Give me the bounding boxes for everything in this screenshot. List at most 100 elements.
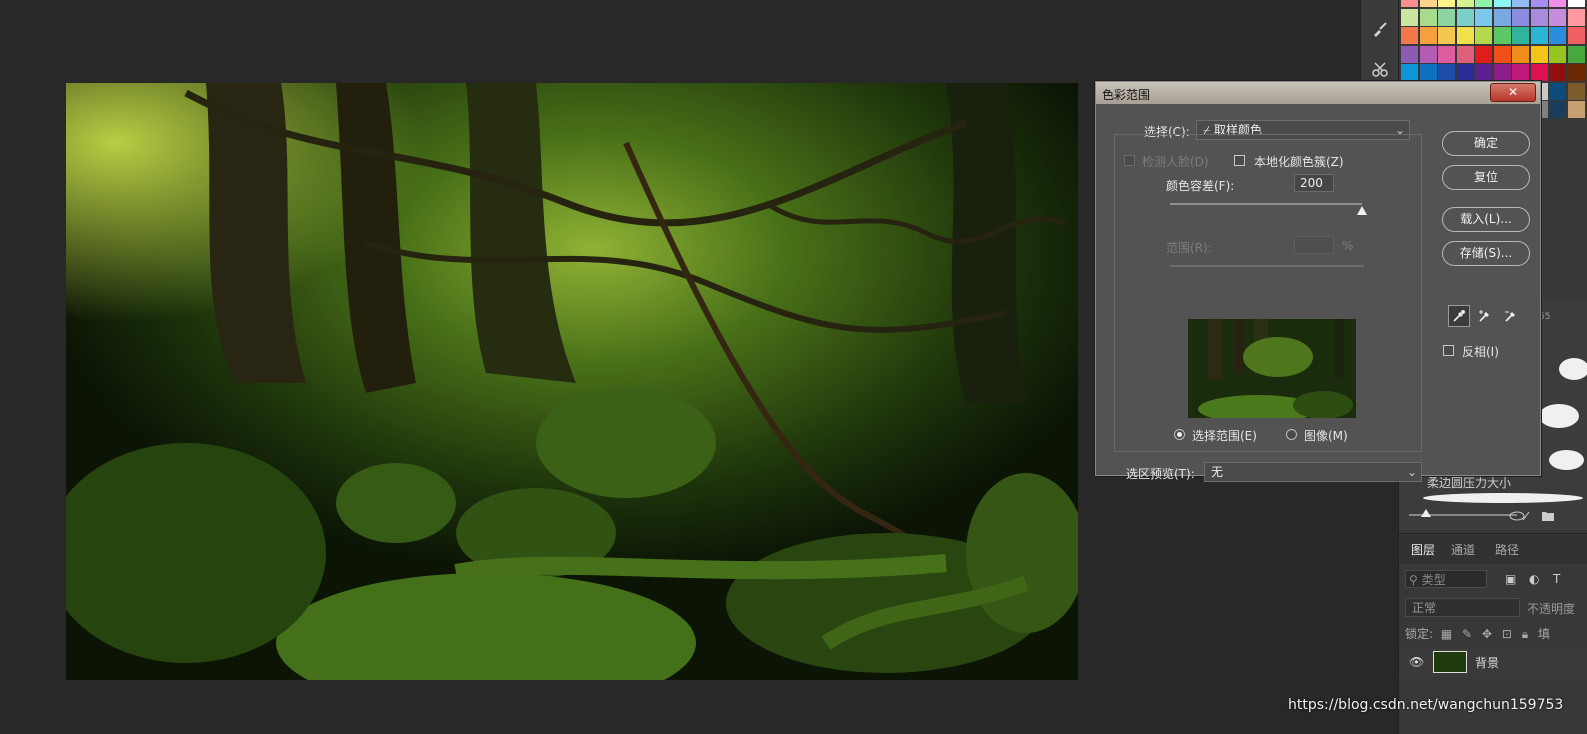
color-swatch[interactable] xyxy=(1493,45,1511,63)
color-swatch[interactable] xyxy=(1475,64,1492,81)
color-swatch[interactable] xyxy=(1475,0,1492,7)
color-swatch[interactable] xyxy=(1419,27,1437,44)
color-swatch[interactable] xyxy=(1456,8,1474,26)
invert-label: 反相(I) xyxy=(1462,345,1499,359)
brush-tool-icon[interactable] xyxy=(1367,16,1393,42)
toggle-visibility-icon[interactable] xyxy=(1509,510,1531,522)
selection-radio[interactable] xyxy=(1174,429,1185,440)
color-swatch[interactable] xyxy=(1401,64,1418,81)
selection-preview-dropdown[interactable]: 无 ⌄ xyxy=(1204,462,1422,482)
load-button[interactable]: 载入(L)... xyxy=(1442,207,1530,232)
lock-paint-icon[interactable]: ✎ xyxy=(1462,627,1472,641)
color-swatch[interactable] xyxy=(1549,101,1566,118)
color-swatch[interactable] xyxy=(1438,45,1455,63)
color-swatch[interactable] xyxy=(1530,8,1548,26)
reset-button[interactable]: 复位 xyxy=(1442,165,1530,190)
tab-paths[interactable]: 路径 xyxy=(1495,541,1519,558)
dialog-body: 选择(C): ⌿ 取样颜色 ⌄ 检测人脸(D) 本地化颜色簇(Z) 颜色容差(F… xyxy=(1102,104,1534,482)
lock-all-icon[interactable]: 🔒︎ xyxy=(1522,627,1528,641)
dialog-titlebar[interactable]: 色彩范围 ✕ xyxy=(1096,82,1540,104)
brush-stroke-preview xyxy=(1559,358,1587,380)
folder-icon[interactable] xyxy=(1541,510,1555,522)
color-swatch[interactable] xyxy=(1512,45,1529,63)
color-swatch[interactable] xyxy=(1530,27,1548,44)
color-swatch[interactable] xyxy=(1567,0,1585,7)
color-swatch[interactable] xyxy=(1512,64,1529,81)
color-swatch[interactable] xyxy=(1530,0,1548,7)
lock-transparent-icon[interactable]: ▦ xyxy=(1441,627,1452,641)
color-swatch[interactable] xyxy=(1530,64,1548,81)
color-swatch[interactable] xyxy=(1438,0,1455,7)
color-swatch[interactable] xyxy=(1493,0,1511,7)
color-swatch[interactable] xyxy=(1567,27,1585,44)
detect-faces-checkbox[interactable] xyxy=(1124,155,1135,166)
color-swatch[interactable] xyxy=(1549,0,1566,7)
color-swatch[interactable] xyxy=(1567,45,1585,63)
image-radio[interactable] xyxy=(1286,429,1297,440)
color-swatch[interactable] xyxy=(1549,82,1566,100)
color-swatch[interactable] xyxy=(1419,45,1437,63)
fuzziness-slider[interactable] xyxy=(1170,203,1362,205)
lock-artboard-icon[interactable]: ⊡ xyxy=(1502,627,1512,641)
color-swatch[interactable] xyxy=(1493,27,1511,44)
color-swatch[interactable] xyxy=(1512,8,1529,26)
color-swatch[interactable] xyxy=(1549,45,1566,63)
color-swatch[interactable] xyxy=(1549,64,1566,81)
close-button[interactable]: ✕ xyxy=(1490,83,1536,102)
image-filter-icon[interactable]: ▣ xyxy=(1505,572,1516,586)
color-swatch[interactable] xyxy=(1419,0,1437,7)
color-swatch[interactable] xyxy=(1493,8,1511,26)
type-filter-icon[interactable]: T xyxy=(1553,572,1560,586)
color-swatch[interactable] xyxy=(1419,8,1437,26)
color-swatch[interactable] xyxy=(1438,27,1455,44)
selection-preview-thumbnail[interactable] xyxy=(1188,319,1356,418)
layer-row[interactable]: 👁︎ 背景 xyxy=(1399,647,1587,677)
eyedropper-icon[interactable] xyxy=(1448,305,1470,327)
color-swatch[interactable] xyxy=(1419,64,1437,81)
tab-channels[interactable]: 通道 xyxy=(1451,541,1475,558)
layer-filter-select[interactable]: ⚲ 类型 xyxy=(1405,570,1487,588)
eyedropper-minus-icon[interactable] xyxy=(1500,305,1522,327)
color-swatch[interactable] xyxy=(1401,27,1418,44)
forest-image xyxy=(66,83,1078,680)
color-swatch[interactable] xyxy=(1475,45,1492,63)
forest-photo-canvas[interactable] xyxy=(66,83,1078,680)
color-swatch[interactable] xyxy=(1512,27,1529,44)
localized-clusters-checkbox[interactable] xyxy=(1234,155,1245,166)
color-swatch[interactable] xyxy=(1475,8,1492,26)
color-swatch[interactable] xyxy=(1493,64,1511,81)
color-swatch[interactable] xyxy=(1456,27,1474,44)
color-swatch[interactable] xyxy=(1512,0,1529,7)
color-swatch[interactable] xyxy=(1456,64,1474,81)
color-swatch[interactable] xyxy=(1401,45,1418,63)
fuzziness-input[interactable]: 200 xyxy=(1294,174,1334,192)
tab-layers[interactable]: 图层 xyxy=(1411,541,1435,558)
color-swatch[interactable] xyxy=(1530,45,1548,63)
brush-size-slider-thumb[interactable] xyxy=(1421,509,1431,517)
invert-checkbox[interactable] xyxy=(1443,345,1454,356)
adjustment-filter-icon[interactable]: ◐ xyxy=(1529,572,1539,586)
color-swatch[interactable] xyxy=(1456,0,1474,7)
color-swatch[interactable] xyxy=(1456,45,1474,63)
color-swatch[interactable] xyxy=(1567,64,1585,81)
watermark: https://blog.csdn.net/wangchun159753 xyxy=(1288,697,1564,713)
color-swatch[interactable] xyxy=(1401,0,1418,7)
color-swatch[interactable] xyxy=(1567,8,1585,26)
blend-mode-select[interactable]: 正常 xyxy=(1405,598,1520,617)
range-input xyxy=(1294,236,1334,254)
color-swatch[interactable] xyxy=(1549,27,1566,44)
eyedropper-plus-icon[interactable] xyxy=(1474,305,1496,327)
color-swatch[interactable] xyxy=(1475,27,1492,44)
save-button[interactable]: 存储(S)... xyxy=(1442,241,1530,266)
color-swatch[interactable] xyxy=(1549,8,1566,26)
eye-icon[interactable]: 👁︎ xyxy=(1409,655,1424,669)
lock-move-icon[interactable]: ✥ xyxy=(1482,627,1492,641)
fuzziness-slider-thumb[interactable] xyxy=(1357,206,1367,215)
color-swatch[interactable] xyxy=(1438,64,1455,81)
ok-button[interactable]: 确定 xyxy=(1442,131,1530,156)
color-swatch[interactable] xyxy=(1438,8,1455,26)
color-swatch[interactable] xyxy=(1567,101,1585,118)
color-swatch[interactable] xyxy=(1567,82,1585,100)
clone-tool-icon[interactable] xyxy=(1367,56,1393,82)
color-swatch[interactable] xyxy=(1401,8,1418,26)
